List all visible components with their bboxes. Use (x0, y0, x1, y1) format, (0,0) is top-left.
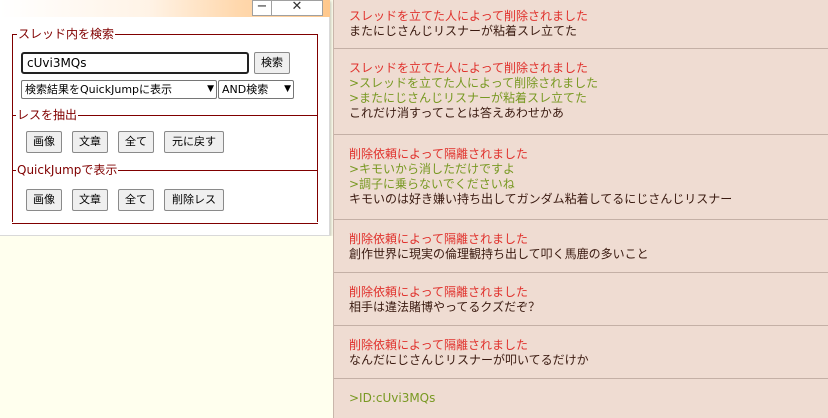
post-item: スレッドを立てた人によって削除されました またにじさんじリスナーが粘着スレ立てた (334, 0, 828, 49)
chevron-down-icon: ▼ (284, 84, 291, 94)
post-item: >ID:cUvi3MQs (334, 379, 828, 418)
post-line: スレッドを立てた人によって削除されました (349, 61, 589, 75)
post-item: 削除依頼によって隔離されました 相手は違法賭博やってるクズだぞ？ (334, 273, 828, 326)
extract-text-button[interactable]: 文章 (72, 131, 108, 153)
post-line: 削除依頼によって隔離されました (349, 338, 529, 352)
close-icon[interactable]: ✕ (271, 0, 323, 16)
post-list: スレッドを立てた人によって削除されました またにじさんじリスナーが粘着スレ立てた… (333, 0, 828, 418)
post-line: キモいのは好き嫌い持ち出してガンダム粘着してるにじさんじリスナー (349, 192, 733, 206)
post-line: >キモいから消しただけですよ (349, 162, 516, 176)
extract-images-button[interactable]: 画像 (26, 131, 62, 153)
post-line: >またにじさんじリスナーが粘着スレ立てた (349, 91, 588, 105)
quickjump-deleted-button[interactable]: 削除レス (164, 189, 224, 211)
post-line: 相手は違法賭博やってるクズだぞ？ (349, 300, 541, 314)
thread-search-panel: − ✕ スレッド内を検索 cUvi3MQs 検索 検索結果をQuickJumpに… (0, 0, 330, 236)
post-line: 削除依頼によって隔離されました (349, 232, 529, 246)
post-line: >調子に乗らないでくださいね (349, 177, 515, 191)
chevron-down-icon: ▼ (207, 84, 214, 94)
search-logic-selected: AND検索 (222, 83, 269, 96)
post-line: またにじさんじリスナーが粘着スレ立てた (349, 24, 578, 38)
post-id-line[interactable]: >ID:cUvi3MQs (349, 391, 828, 406)
page-background (0, 236, 333, 418)
post-line: 創作世界に現実の倫理観持ち出して叩く馬鹿の多いこと (349, 247, 649, 261)
post-line: >スレッドを立てた人によって削除されました (349, 76, 599, 90)
extract-all-button[interactable]: 全て (118, 131, 154, 153)
search-button[interactable]: 検索 (254, 52, 290, 74)
post-line: 削除依頼によって隔離されました (349, 147, 529, 161)
quickjump-section-title: QuickJumpで表示 (16, 163, 119, 177)
extract-section-title: レスを抽出 (16, 108, 79, 122)
quickjump-text-button[interactable]: 文章 (72, 189, 108, 211)
quickjump-images-button[interactable]: 画像 (26, 189, 62, 211)
post-item: 削除依頼によって隔離されました >キモいから消しただけですよ >調子に乗らないで… (334, 135, 828, 220)
post-line: これだけ消すってことは答えあわせかあ (349, 106, 564, 120)
search-logic-select[interactable]: AND検索 ▼ (218, 80, 294, 99)
post-line: なんだにじさんじリスナーが叩いてるだけか (349, 353, 589, 367)
post-item: 削除依頼によって隔離されました 創作世界に現実の倫理観持ち出して叩く馬鹿の多いこ… (334, 220, 828, 273)
search-input[interactable]: cUvi3MQs (21, 52, 249, 74)
extract-reset-button[interactable]: 元に戻す (164, 131, 224, 153)
minimize-icon[interactable]: − (252, 0, 272, 16)
display-mode-select[interactable]: 検索結果をQuickJumpに表示 ▼ (21, 80, 217, 99)
post-item: スレッドを立てた人によって削除されました >スレッドを立てた人によって削除されま… (334, 49, 828, 135)
quickjump-all-button[interactable]: 全て (118, 189, 154, 211)
search-section-title: スレッド内を検索 (17, 27, 116, 41)
display-mode-selected: 検索結果をQuickJumpに表示 (25, 83, 173, 96)
post-line: 削除依頼によって隔離されました (349, 285, 529, 299)
post-line: スレッドを立てた人によって削除されました (349, 9, 589, 23)
post-item: 削除依頼によって隔離されました なんだにじさんじリスナーが叩いてるだけか (334, 326, 828, 379)
